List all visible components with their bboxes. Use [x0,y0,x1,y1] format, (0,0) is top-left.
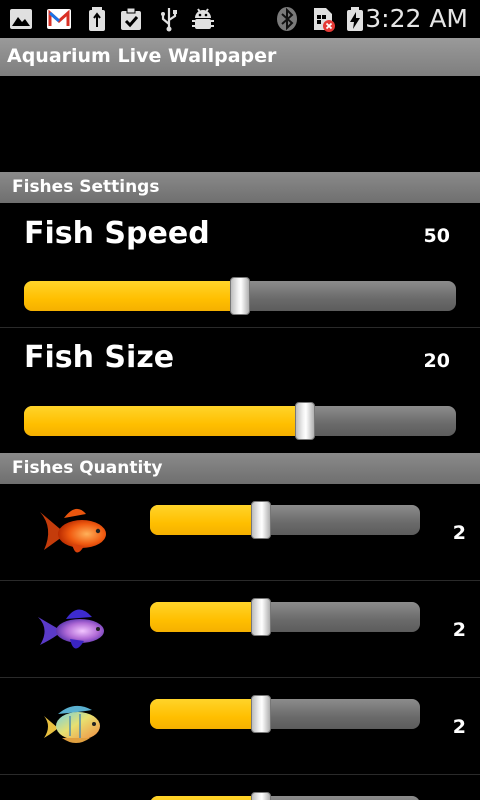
goldfish-quantity-value: 2 [452,522,466,544]
app-title: Aquarium Live Wallpaper [7,45,277,67]
usb-battery-icon [89,7,105,31]
divider [0,677,480,678]
slider-thumb[interactable] [250,792,271,800]
goldfish-quantity-slider[interactable] [150,501,420,539]
tropical-fish-icon [44,705,100,743]
section-header-fishes-settings: Fishes Settings [0,172,480,203]
clipboard-check-icon [121,7,141,30]
status-time: 3:22 AM [365,4,468,33]
fish-4-quantity-slider[interactable] [150,792,420,800]
tropical-fish-quantity-value: 2 [452,716,466,738]
sim-error-icon [314,8,335,32]
purple-fish-quantity-slider[interactable] [150,598,420,636]
slider-thumb[interactable] [250,501,271,539]
purple-fish-quantity-value: 2 [452,619,466,641]
slider-fill [150,505,261,535]
slider-thumb[interactable] [230,277,250,315]
fish-speed-slider[interactable] [24,277,456,315]
divider [0,580,480,581]
battery-charging-icon [347,7,363,31]
usb-icon [161,8,177,32]
slider-thumb[interactable] [294,402,315,440]
slider-thumb[interactable] [250,598,271,636]
fish-speed-value: 50 [423,225,450,247]
fish-size-value: 20 [423,350,450,372]
gmail-icon [47,9,71,29]
section-header-fishes-quantity: Fishes Quantity [0,453,480,484]
slider-thumb[interactable] [250,695,271,733]
divider [0,774,480,775]
fish-speed-label: Fish Speed [24,216,210,251]
slider-fill [150,796,261,800]
fish-size-label: Fish Size [24,340,175,375]
divider [0,327,480,328]
blank-area [0,76,480,172]
fish-size-slider[interactable] [24,402,456,440]
status-bar: 3:22 AM [0,0,480,38]
section-title: Fishes Settings [12,177,160,197]
image-icon [10,9,32,29]
goldfish-icon [40,508,106,553]
slider-fill [24,281,240,311]
slider-fill [150,699,261,729]
section-title: Fishes Quantity [12,458,163,478]
slider-fill [24,406,305,436]
purple-fish-icon [38,609,104,649]
android-debug-icon [192,8,214,29]
bluetooth-icon [277,7,297,31]
tropical-fish-quantity-slider[interactable] [150,695,420,733]
app-title-bar: Aquarium Live Wallpaper [0,38,480,76]
slider-fill [150,602,261,632]
